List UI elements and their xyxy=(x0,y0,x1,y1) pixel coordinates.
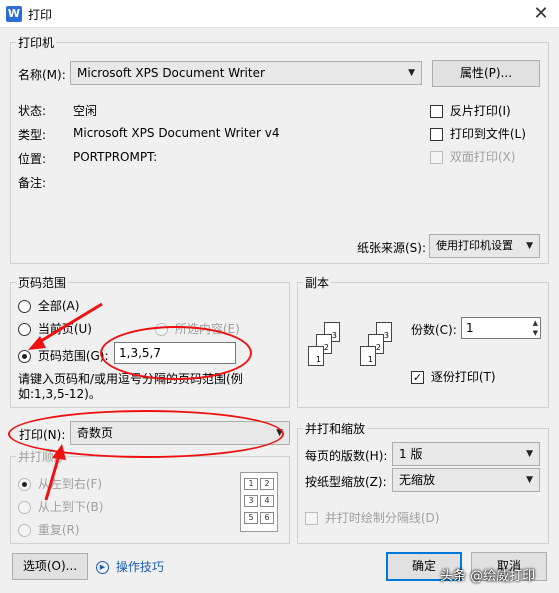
preview-cell: 6 xyxy=(260,512,274,524)
paper-source-select[interactable]: 使用打印机设置 ▼ xyxy=(429,234,540,258)
page-icon: 1 xyxy=(308,346,324,366)
chevron-down-icon: ▼ xyxy=(408,68,415,78)
copies-count-value: 1 xyxy=(466,321,474,335)
order-top-bottom-label: 从上到下(B) xyxy=(37,500,104,514)
pages-per-sheet-select[interactable]: 1 版 ▼ xyxy=(392,442,540,466)
status-label: 状态: xyxy=(18,104,47,118)
paper-source-label: 纸张来源(S): xyxy=(357,241,427,255)
order-repeat-label: 重复(R) xyxy=(37,523,80,537)
properties-button[interactable]: 属性(P)... xyxy=(432,60,540,87)
type-label: 类型: xyxy=(18,128,47,142)
close-icon[interactable]: ✕ xyxy=(530,3,552,24)
copies-group-label: 副本 xyxy=(303,274,332,291)
pages-per-sheet-label: 每页的版数(H): xyxy=(305,449,388,463)
location-value: PORTPROMPT: xyxy=(73,150,158,164)
scale-label: 按纸型缩放(Z): xyxy=(305,475,387,489)
duplex-checkbox: 双面打印(X) xyxy=(430,148,515,165)
location-label: 位置: xyxy=(18,152,47,166)
annotation-ellipse-page-range xyxy=(100,326,252,380)
wps-app-icon: W xyxy=(6,6,22,22)
printer-group-label: 打印机 xyxy=(16,34,57,51)
chevron-down-icon: ▼ xyxy=(526,241,533,251)
type-value: Microsoft XPS Document Writer v4 xyxy=(73,126,280,140)
reverse-print-label: 反片打印(I) xyxy=(449,104,511,118)
print-to-file-checkbox[interactable]: 打印到文件(L) xyxy=(430,125,526,142)
title-bar: W 打印 ✕ xyxy=(0,0,559,28)
range-pages-radio[interactable]: 页码范围(G): xyxy=(18,347,109,364)
preview-cell: 3 xyxy=(244,495,258,507)
order-left-right-radio: 从左到右(F) xyxy=(18,475,102,492)
printer-name-label: 名称(M): xyxy=(18,68,66,82)
draw-borders-label: 并打时绘制分隔线(D) xyxy=(324,511,440,525)
preview-cell: 5 xyxy=(244,512,258,524)
preview-cell: 4 xyxy=(260,495,274,507)
annotation-ellipse-print-what xyxy=(8,410,284,458)
comment-label: 备注: xyxy=(18,176,47,190)
printer-name-value: Microsoft XPS Document Writer xyxy=(77,66,265,80)
window-title: 打印 xyxy=(28,8,53,22)
page-icon: 1 xyxy=(360,346,376,366)
collate-pages-icon-1: 3 2 1 xyxy=(308,322,348,370)
options-button[interactable]: 选项(O)... xyxy=(12,553,88,580)
chevron-down-icon: ▼ xyxy=(526,475,533,485)
copies-count-label: 份数(C): xyxy=(411,323,457,337)
collate-label: 逐份打印(T) xyxy=(430,370,496,384)
status-value: 空闲 xyxy=(73,104,98,118)
scale-value: 无缩放 xyxy=(399,473,436,487)
collate-pages-icon-2: 3 2 1 xyxy=(360,322,400,370)
paper-source-value: 使用打印机设置 xyxy=(436,239,513,252)
print-to-file-label: 打印到文件(L) xyxy=(449,127,526,141)
zoom-group-label: 并打和缩放 xyxy=(303,420,368,437)
range-all-label: 全部(A) xyxy=(37,299,80,313)
draw-borders-checkbox: 并打时绘制分隔线(D) xyxy=(305,509,439,526)
spinner-icon[interactable]: ▲ ▼ xyxy=(533,318,538,338)
preview-cell: 1 xyxy=(244,478,258,490)
copies-count-input[interactable]: 1 ▲ ▼ xyxy=(461,317,541,339)
pages-per-sheet-value: 1 版 xyxy=(399,447,423,461)
watermark-text: 头条 @绘威打印 xyxy=(440,569,536,584)
range-current-radio[interactable]: 当前页(U) xyxy=(18,320,92,337)
page-range-group-label: 页码范围 xyxy=(16,274,69,291)
scale-select[interactable]: 无缩放 ▼ xyxy=(392,468,540,492)
preview-cell: 2 xyxy=(260,478,274,490)
duplex-label: 双面打印(X) xyxy=(449,150,516,164)
tips-link[interactable]: ▶ 操作技巧 xyxy=(96,558,164,575)
tips-link-label: 操作技巧 xyxy=(115,560,164,574)
range-current-label: 当前页(U) xyxy=(37,322,92,336)
range-all-radio[interactable]: 全部(A) xyxy=(18,297,79,314)
order-top-bottom-radio: 从上到下(B) xyxy=(18,498,103,515)
order-left-right-label: 从左到右(F) xyxy=(37,477,103,491)
printer-name-select[interactable]: Microsoft XPS Document Writer ▼ xyxy=(70,61,422,85)
collate-checkbox[interactable]: 逐份打印(T) xyxy=(411,368,496,385)
play-icon: ▶ xyxy=(96,561,109,574)
order-repeat-radio: 重复(R) xyxy=(18,521,80,538)
chevron-down-icon: ▼ xyxy=(526,449,533,459)
collate-preview: 1 2 3 4 5 6 xyxy=(240,472,278,532)
range-pages-label: 页码范围(G): xyxy=(37,349,109,363)
reverse-print-checkbox[interactable]: 反片打印(I) xyxy=(430,102,511,119)
